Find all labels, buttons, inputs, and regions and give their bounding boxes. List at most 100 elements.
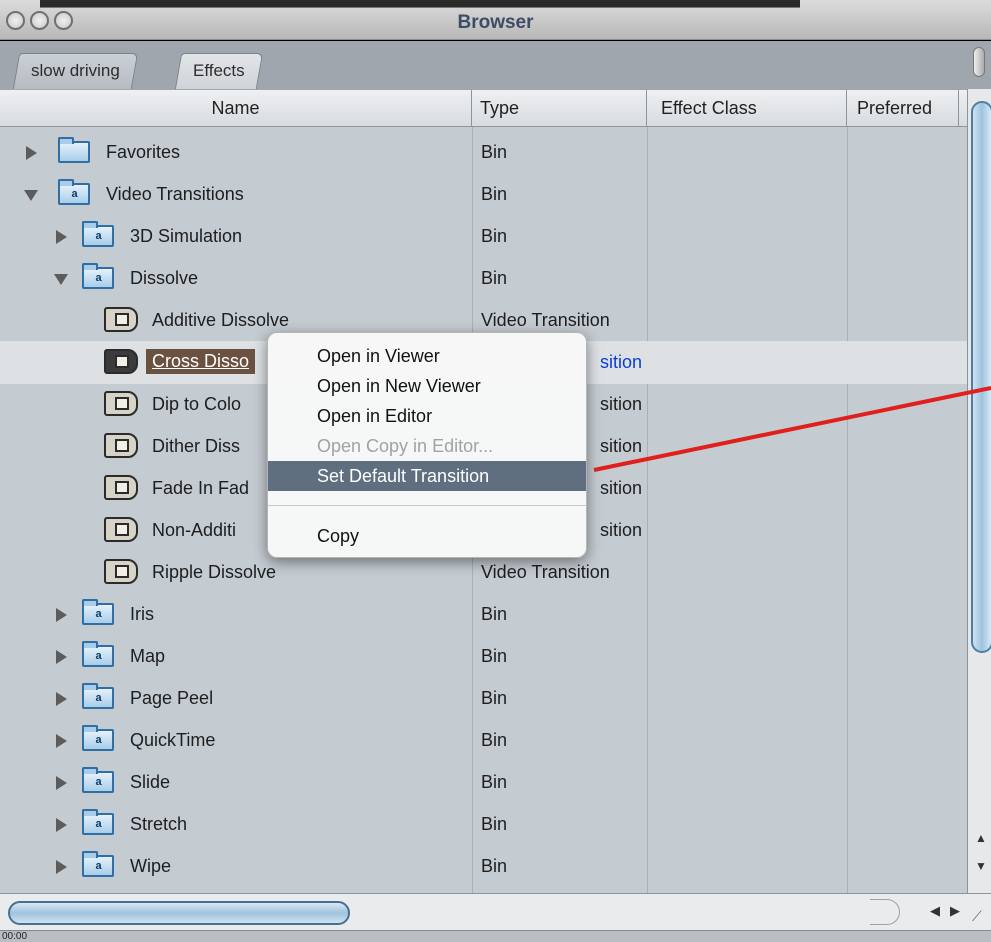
tab-label: Effects xyxy=(193,61,245,80)
locked-folder-icon: a xyxy=(82,263,114,289)
locked-folder-icon: a xyxy=(82,809,114,835)
list-item-stretch[interactable]: a Stretch Bin xyxy=(0,803,967,846)
list-item-dissolve[interactable]: a Dissolve Bin xyxy=(0,257,967,300)
item-label: Favorites xyxy=(106,142,181,162)
video-transition-icon xyxy=(104,307,138,332)
menu-item-copy[interactable]: Copy xyxy=(268,521,586,551)
horizontal-scrollbar[interactable]: ◀ ▶ ⟋ xyxy=(0,893,991,930)
item-label: Page Peel xyxy=(130,688,214,708)
list-item-wipe[interactable]: a Wipe Bin xyxy=(0,845,967,888)
item-type: sition xyxy=(600,520,643,540)
background-window-strip xyxy=(40,0,800,8)
disclosure-triangle-icon[interactable] xyxy=(56,608,67,622)
vertical-scroll-thumb[interactable] xyxy=(971,101,991,653)
context-menu: Open in Viewer Open in New Viewer Open i… xyxy=(267,332,587,558)
list-item-video-transitions[interactable]: a Video Transitions Bin xyxy=(0,173,967,216)
item-label: Stretch xyxy=(130,814,188,834)
item-label: Ripple Dissolve xyxy=(152,562,277,582)
item-label: Map xyxy=(130,646,166,666)
horizontal-scroll-thumb[interactable] xyxy=(8,901,350,925)
item-type: Bin xyxy=(481,604,508,624)
video-transition-icon xyxy=(104,475,138,500)
disclosure-triangle-icon[interactable] xyxy=(24,190,38,201)
disclosure-triangle-icon[interactable] xyxy=(56,860,67,874)
list-item-map[interactable]: a Map Bin xyxy=(0,635,967,678)
item-type: Bin xyxy=(481,688,508,708)
column-type-header[interactable]: Type xyxy=(472,90,647,127)
item-label: 3D Simulation xyxy=(130,226,243,246)
disclosure-triangle-icon[interactable] xyxy=(56,230,67,244)
disclosure-triangle-icon[interactable] xyxy=(56,650,67,664)
resize-grip-icon[interactable]: ⟋ xyxy=(972,908,982,925)
list-item-slide[interactable]: a Slide Bin xyxy=(0,761,967,804)
scroll-left-arrow-icon[interactable]: ◀ xyxy=(930,903,940,919)
item-label: Slide xyxy=(130,772,171,792)
tab-label: slow driving xyxy=(31,61,120,80)
item-type: Video Transition xyxy=(481,562,610,582)
locked-folder-icon: a xyxy=(82,725,114,751)
tab-slow-driving[interactable]: slow driving xyxy=(12,53,138,89)
item-type: Bin xyxy=(481,184,508,204)
column-name-header[interactable]: Name xyxy=(0,90,472,127)
item-type: Bin xyxy=(481,226,508,246)
toolbar-toggle[interactable] xyxy=(973,47,985,77)
video-transition-icon xyxy=(104,391,138,416)
scroll-down-arrow-icon[interactable]: ▼ xyxy=(975,859,987,873)
item-type: sition xyxy=(600,436,643,456)
scroll-right-arrow-icon[interactable]: ▶ xyxy=(950,903,960,919)
video-transition-icon xyxy=(104,433,138,458)
list-item-page-peel[interactable]: a Page Peel Bin xyxy=(0,677,967,720)
menu-item-open-in-editor[interactable]: Open in Editor xyxy=(268,401,586,431)
menu-separator xyxy=(268,505,586,506)
timecode-text: 00:00 xyxy=(2,931,28,942)
disclosure-triangle-icon[interactable] xyxy=(56,818,67,832)
column-effect-class-header[interactable]: Effect Class xyxy=(647,90,847,127)
window-title: Browser xyxy=(457,12,534,33)
item-label: Non-Additi xyxy=(152,520,237,540)
list-item-iris[interactable]: a Iris Bin xyxy=(0,593,967,636)
item-label: Video Transitions xyxy=(106,184,244,204)
item-label: Dissolve xyxy=(130,268,199,288)
locked-folder-icon: a xyxy=(82,767,114,793)
list-item-quicktime[interactable]: a QuickTime Bin xyxy=(0,719,967,762)
item-label: Dither Diss xyxy=(152,436,241,456)
item-type: Bin xyxy=(481,730,508,750)
item-label: QuickTime xyxy=(130,730,216,750)
vertical-scrollbar[interactable]: ▲ ▼ xyxy=(967,89,991,893)
scroll-track-end xyxy=(870,899,900,925)
item-label: Dip to Colo xyxy=(152,394,242,414)
menu-item-open-in-viewer[interactable]: Open in Viewer xyxy=(268,341,586,371)
column-preferred-header[interactable]: Preferred xyxy=(847,90,959,127)
disclosure-triangle-icon[interactable] xyxy=(56,776,67,790)
folder-icon xyxy=(58,137,90,163)
locked-folder-icon: a xyxy=(82,221,114,247)
item-type: Bin xyxy=(481,772,508,792)
video-transition-icon xyxy=(104,349,138,374)
locked-folder-icon: a xyxy=(82,599,114,625)
item-type: sition xyxy=(600,478,643,498)
locked-folder-icon: a xyxy=(82,851,114,877)
item-type: Bin xyxy=(481,142,508,162)
menu-item-set-default-transition[interactable]: Set Default Transition xyxy=(268,461,586,491)
list-item-3d-simulation[interactable]: a 3D Simulation Bin xyxy=(0,215,967,258)
item-type: Bin xyxy=(481,856,508,876)
disclosure-triangle-icon[interactable] xyxy=(56,734,67,748)
item-type: sition xyxy=(600,394,643,414)
video-transition-icon xyxy=(104,517,138,542)
tab-effects[interactable]: Effects xyxy=(174,53,263,89)
scroll-up-arrow-icon[interactable]: ▲ xyxy=(975,831,987,845)
video-transition-icon xyxy=(104,559,138,584)
item-type: Bin xyxy=(481,268,508,288)
item-type: Bin xyxy=(481,814,508,834)
disclosure-triangle-icon[interactable] xyxy=(26,146,37,160)
list-item-favorites[interactable]: Favorites Bin xyxy=(0,131,967,174)
menu-item-open-copy-in-editor: Open Copy in Editor... xyxy=(317,436,494,456)
item-type: Bin xyxy=(481,646,508,666)
item-label: Fade In Fad xyxy=(152,478,250,498)
disclosure-triangle-icon[interactable] xyxy=(56,692,67,706)
title-bar: Browser xyxy=(0,0,991,40)
locked-folder-icon: a xyxy=(82,641,114,667)
item-type: sition xyxy=(600,352,643,372)
disclosure-triangle-icon[interactable] xyxy=(54,274,68,285)
menu-item-open-in-new-viewer[interactable]: Open in New Viewer xyxy=(268,371,586,401)
